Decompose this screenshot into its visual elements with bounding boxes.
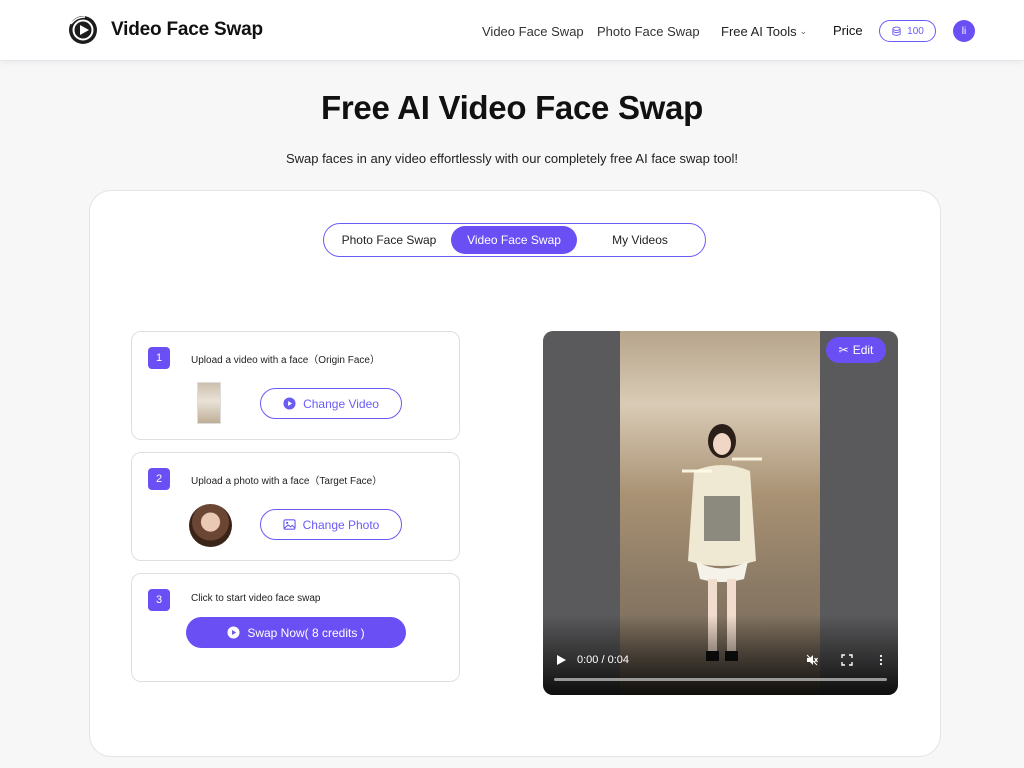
brand-name[interactable]: Video Face Swap — [111, 19, 263, 41]
tab-my-videos[interactable]: My Videos — [577, 226, 703, 254]
play-icon[interactable] — [556, 655, 566, 665]
step-upload-photo: 2 Upload a photo with a face（Target Face… — [131, 452, 460, 561]
change-video-button[interactable]: Change Video — [260, 388, 402, 419]
image-icon — [282, 519, 296, 530]
more-options-icon[interactable] — [875, 654, 887, 666]
mode-tabs: Photo Face Swap Video Face Swap My Video… — [323, 223, 706, 257]
nav-video-face-swap[interactable]: Video Face Swap — [482, 24, 584, 39]
edit-label: Edit — [852, 343, 874, 357]
scissors-icon: ✂ — [838, 343, 849, 357]
tab-video-face-swap[interactable]: Video Face Swap — [451, 226, 577, 254]
video-thumbnail[interactable] — [197, 382, 221, 424]
step-upload-video: 1 Upload a video with a face（Origin Face… — [131, 331, 460, 440]
play-circle-icon — [227, 626, 240, 639]
edit-button[interactable]: ✂ Edit — [826, 337, 886, 363]
video-time: 0:00 / 0:04 — [577, 654, 629, 666]
chevron-down-icon: ⌄ — [799, 26, 808, 36]
swap-now-button[interactable]: Swap Now( 8 credits ) — [186, 617, 406, 648]
step-number: 1 — [148, 347, 170, 369]
change-photo-label: Change Photo — [302, 517, 380, 532]
step-label: Upload a photo with a face（Target Face） — [191, 476, 383, 487]
step-label: Click to start video face swap — [191, 593, 321, 604]
video-player[interactable] — [543, 331, 898, 695]
nav-free-ai-tools[interactable]: Free AI Tools ⌄ — [721, 24, 807, 39]
credits-count: 100 — [907, 25, 924, 37]
step-number: 3 — [148, 589, 170, 611]
change-photo-button[interactable]: Change Photo — [260, 509, 402, 540]
top-header: Video Face Swap Video Face Swap Photo Fa… — [0, 0, 1024, 61]
nav-photo-face-swap[interactable]: Photo Face Swap — [597, 24, 700, 39]
step-label: Upload a video with a face（Origin Face） — [191, 355, 380, 366]
nav-free-ai-tools-label: Free AI Tools — [721, 24, 797, 39]
play-circle-icon — [283, 397, 296, 410]
mute-icon[interactable] — [806, 654, 818, 666]
coins-icon — [892, 26, 901, 36]
video-progress-bar[interactable] — [554, 678, 887, 681]
page-title: Free AI Video Face Swap — [321, 89, 703, 126]
change-video-label: Change Video — [303, 396, 379, 411]
credits-badge[interactable]: 100 — [879, 20, 936, 42]
nav-price[interactable]: Price — [833, 23, 863, 38]
tab-photo-face-swap[interactable]: Photo Face Swap — [327, 226, 451, 254]
step-start-swap: 3 Click to start video face swap Swap No… — [131, 573, 460, 682]
page-subtitle: Swap faces in any video effortlessly wit… — [285, 151, 739, 166]
brand-logo-icon[interactable] — [68, 15, 98, 45]
step-number: 2 — [148, 468, 170, 490]
target-face-thumbnail[interactable] — [189, 504, 232, 547]
user-avatar[interactable]: li — [953, 20, 975, 42]
fullscreen-icon[interactable] — [841, 654, 853, 666]
swap-now-label: Swap Now( 8 credits ) — [247, 625, 365, 640]
